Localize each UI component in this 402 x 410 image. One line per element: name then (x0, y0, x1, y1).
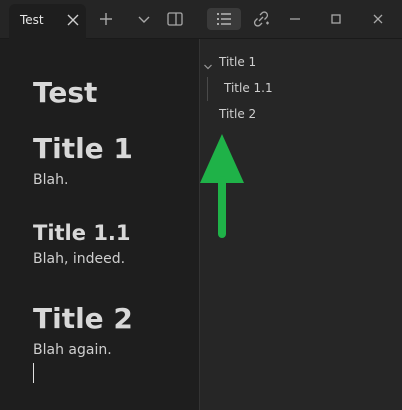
outline-item-title-1[interactable]: Title 1 (219, 55, 256, 69)
paragraph: Blah. (33, 172, 69, 188)
paragraph: Blah again. (33, 342, 112, 358)
heading-title-1: Title 1 (33, 132, 133, 165)
tab-test[interactable]: Test (9, 4, 86, 39)
outline-item-title-2[interactable]: Title 2 (219, 107, 256, 121)
chevron-down-icon[interactable] (134, 9, 154, 29)
heading-title-1-1: Title 1.1 (33, 221, 131, 245)
minimize-icon[interactable] (285, 9, 305, 29)
split-view-icon[interactable] (165, 9, 185, 29)
close-icon[interactable] (64, 11, 82, 29)
outline-list-icon[interactable] (207, 8, 241, 30)
outline-indent-guide (207, 77, 208, 101)
heading-title-2: Title 2 (33, 302, 133, 335)
text-cursor (33, 363, 34, 383)
document-title: Test (33, 76, 98, 109)
annotation-arrow-icon (200, 134, 244, 238)
chevron-down-icon[interactable] (203, 57, 213, 70)
link-icon[interactable] (251, 9, 271, 29)
editor-pane[interactable]: Test Title 1 Blah. Title 1.1 Blah, indee… (0, 39, 199, 410)
title-bar: Test (0, 0, 402, 39)
outline-item-title-1-1[interactable]: Title 1.1 (224, 81, 273, 95)
maximize-icon[interactable] (326, 9, 346, 29)
tab-label: Test (20, 13, 44, 27)
plus-icon[interactable] (96, 9, 116, 29)
window-close-icon[interactable] (368, 9, 388, 29)
paragraph: Blah, indeed. (33, 251, 126, 267)
